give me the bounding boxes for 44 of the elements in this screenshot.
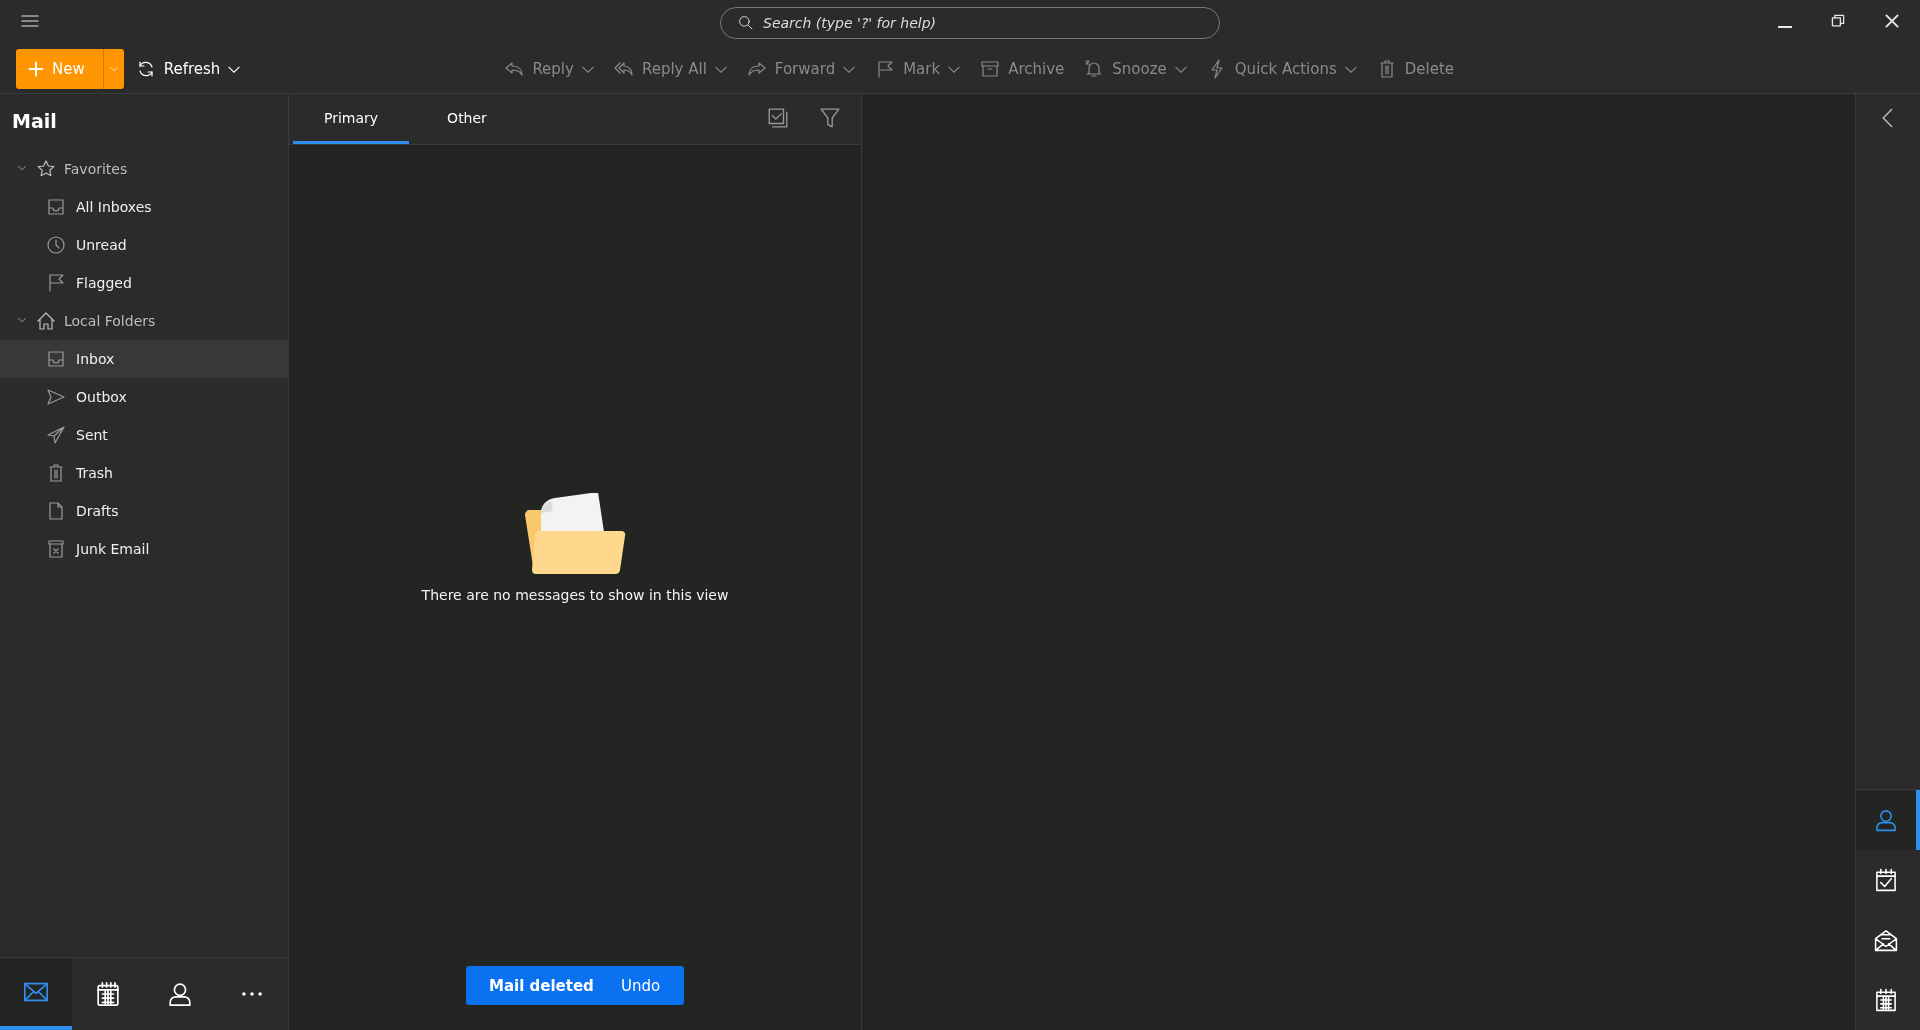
sidebar-title: Mail [11, 109, 58, 134]
folder-item[interactable]: Trash [0, 454, 288, 492]
house-icon [36, 311, 56, 331]
folder-group[interactable]: Local Folders [0, 302, 288, 340]
star-icon [36, 159, 56, 179]
calendar-icon [94, 980, 122, 1008]
send-icon [46, 387, 66, 407]
search-field[interactable]: Search (type '?' for help) [720, 7, 1220, 39]
empty-message: There are no messages to show in this view [421, 586, 729, 603]
folder-item[interactable]: All Inboxes [0, 188, 288, 226]
document-icon [46, 501, 66, 521]
archive-icon [980, 59, 1001, 79]
folder-item[interactable]: Outbox [0, 378, 288, 416]
folder-item[interactable]: Sent [0, 416, 288, 454]
search-icon [738, 15, 754, 31]
minimize-icon [1778, 25, 1792, 28]
person-icon [166, 980, 194, 1008]
folder-group[interactable]: Favorites [0, 150, 288, 188]
flag-icon [46, 273, 66, 293]
task-calendar-icon [1873, 867, 1899, 894]
folder-item[interactable]: Inbox [0, 340, 288, 378]
plus-icon [28, 61, 44, 77]
inbox-icon [46, 349, 66, 369]
mail-open-icon [1873, 927, 1899, 954]
restore-icon [1830, 13, 1846, 29]
folder-item[interactable]: Flagged [0, 264, 288, 302]
junk-icon [46, 539, 66, 559]
more-icon [242, 992, 262, 996]
folder-item[interactable]: Drafts [0, 492, 288, 530]
person-icon [1873, 807, 1899, 834]
paper-plane-icon [46, 425, 66, 445]
filter-icon [819, 106, 841, 129]
toast-message: Mail deleted [488, 976, 595, 995]
clock-icon [46, 235, 66, 255]
tab[interactable]: Other [409, 94, 525, 144]
close-icon [1884, 13, 1900, 29]
folder-item[interactable]: Junk Email [0, 530, 288, 568]
select-all-icon [767, 106, 789, 129]
tab[interactable]: Primary [293, 94, 409, 144]
calendar-icon [1873, 987, 1899, 1014]
toolbar-button[interactable]: Refresh [127, 51, 249, 87]
undo-button[interactable]: Undo [615, 975, 667, 996]
folder-item[interactable]: Unread [0, 226, 288, 264]
inbox-icon [46, 197, 66, 217]
